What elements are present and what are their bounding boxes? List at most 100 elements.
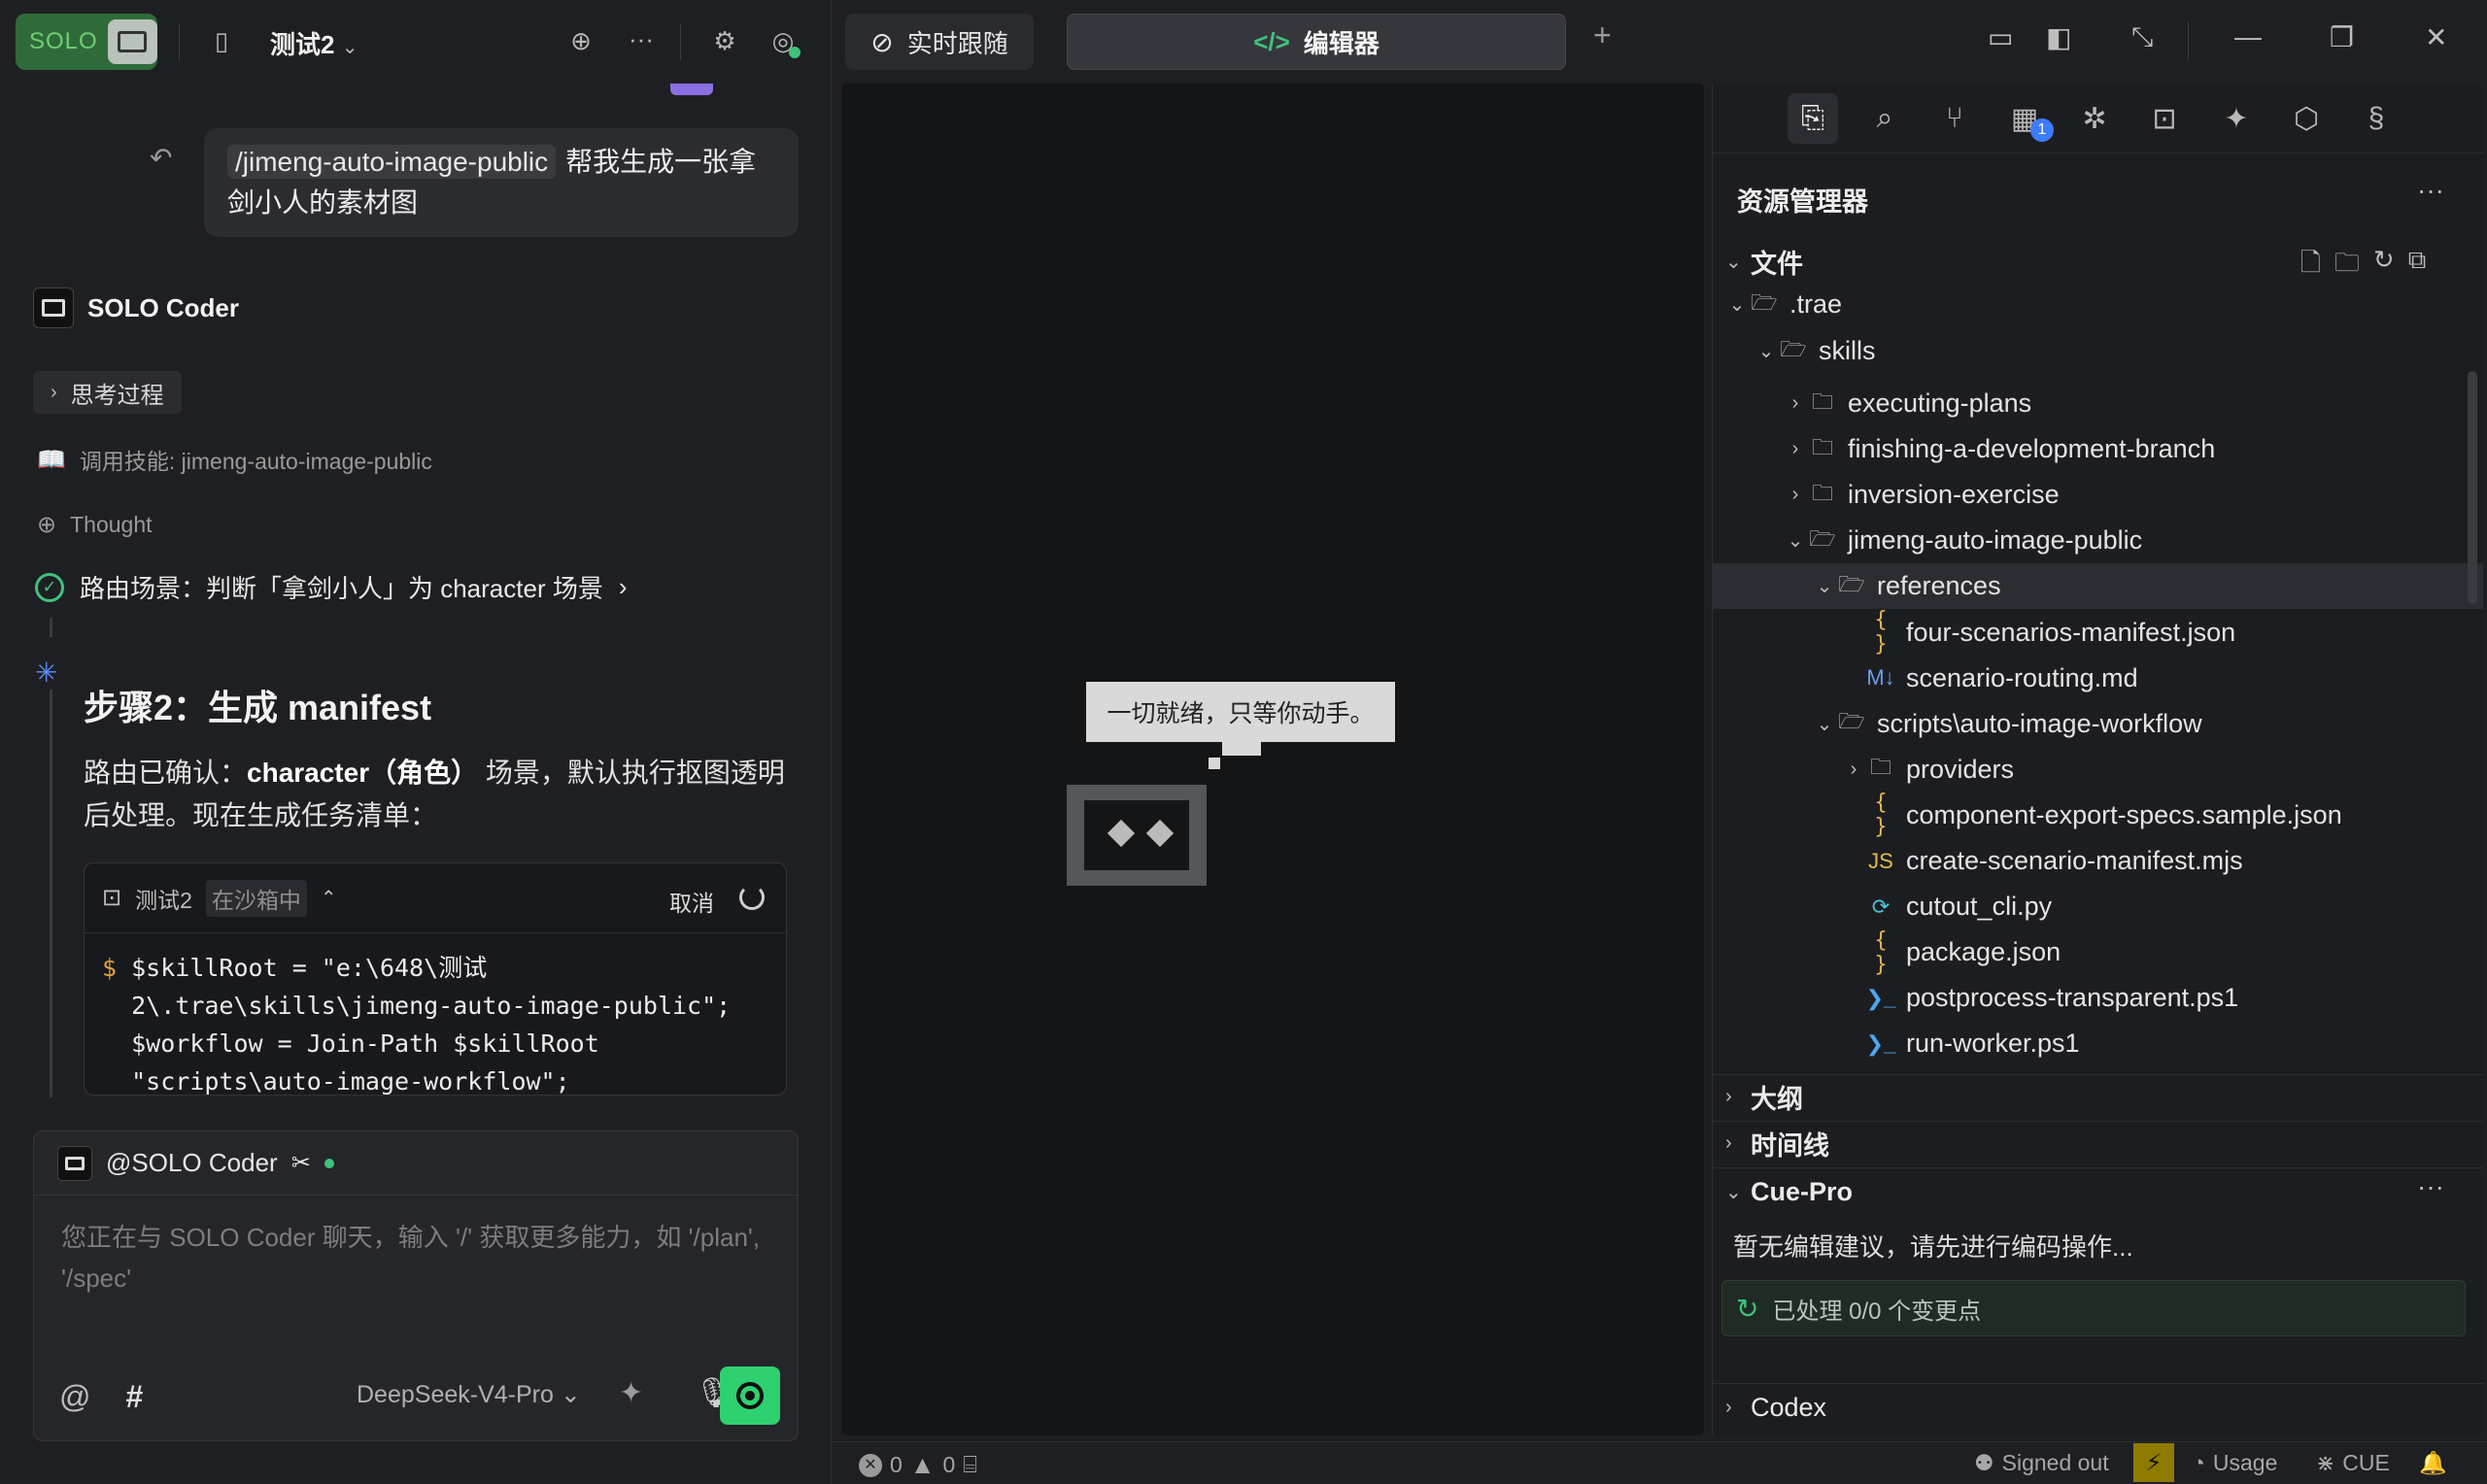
sparkle-icon[interactable]: ✦ [619, 1376, 643, 1410]
tab-live-follow-label: 实时跟随 [906, 28, 1008, 58]
terminal-name: 测试2 [135, 887, 192, 913]
route-text: 路由场景：判断「拿剑小人」为 character 场景 [80, 574, 603, 603]
tree-item-label: run-worker.ps1 [1906, 1029, 2080, 1059]
terminal-header: ⊡ 测试2 在沙箱中 ⌃ 取消 [85, 863, 786, 933]
layout-right-icon[interactable]: ◧ [2046, 21, 2071, 53]
new-chat-icon[interactable]: ⊕ [562, 21, 600, 60]
chevron-right-icon: › [1725, 1397, 1732, 1418]
chat-input[interactable]: 您正在与 SOLO Coder 聊天，输入 '/' 获取更多能力，如 '/pla… [61, 1217, 780, 1298]
markdown-file-icon: M↓ [1866, 665, 1895, 691]
hash-button[interactable]: # [125, 1379, 143, 1415]
mention-button[interactable]: @ [59, 1379, 90, 1415]
tree-item[interactable]: ⌄ 🗁 skills [1712, 328, 2483, 374]
json-file-icon: { } [1874, 791, 1888, 840]
s-icon[interactable]: § [2351, 93, 2402, 144]
section-timeline[interactable]: › 时间线 [1725, 1125, 1829, 1163]
tree-item[interactable]: { } component-export-specs.sample.json [1712, 791, 2483, 840]
tree-item[interactable]: JS create-scenario-manifest.mjs [1712, 838, 2483, 884]
cue-status[interactable]: ⋇ CUE [2316, 1450, 2390, 1476]
section-codex[interactable]: › Codex [1725, 1393, 1826, 1423]
skill-call-text: 调用技能: jimeng-auto-image-public [79, 449, 432, 474]
add-tab-button[interactable]: + [1593, 17, 1612, 53]
tree-item-label: .trae [1789, 289, 1843, 319]
solo-mode-toggle[interactable]: SOLO [16, 14, 157, 70]
chevron-right-icon: › [1725, 1132, 1732, 1154]
tree-item-label: create-scenario-manifest.mjs [1906, 846, 2243, 875]
layout-bottom-icon[interactable]: ▭ [1988, 21, 2013, 53]
think-process-toggle[interactable]: › 思考过程 [33, 371, 182, 414]
more-icon[interactable]: ··· [622, 19, 661, 58]
cue-status-icon: ↻ [1736, 1293, 1759, 1324]
package-icon[interactable]: ⬡ [2281, 93, 2332, 144]
thought-label: Thought [70, 512, 153, 537]
thought-row[interactable]: ⊕ Thought [37, 511, 153, 539]
close-icon[interactable]: ✕ [2425, 21, 2447, 53]
collapse-icon[interactable]: ⌃ [321, 886, 337, 910]
source-control-icon[interactable]: ⑂ [1929, 93, 1980, 144]
restore-icon[interactable]: ❐ [2330, 21, 2354, 53]
debug-icon[interactable]: ✲ [2069, 93, 2120, 144]
tree-item[interactable]: { } package.json [1712, 928, 2483, 977]
copilot-disabled-icon[interactable]: ⚡ [2133, 1443, 2174, 1482]
section-cue-pro[interactable]: ⌄ Cue-Pro [1725, 1177, 1853, 1207]
agent-mention[interactable]: @SOLO Coder [106, 1148, 278, 1178]
cancel-button[interactable]: 取消 [669, 885, 714, 918]
tools-icon[interactable]: ✂ [291, 1149, 311, 1177]
undo-icon[interactable]: ↶ [150, 142, 172, 174]
tab-live-follow[interactable]: ⊘ 实时跟随 [845, 14, 1034, 70]
gear-icon[interactable]: ⚙ [705, 21, 744, 60]
cue-more-button[interactable]: ··· [2417, 1171, 2444, 1202]
session-title[interactable]: 测试2 ⌄ [270, 25, 358, 61]
tree-item[interactable]: ⟳ cutout_cli.py [1712, 884, 2483, 929]
tree-item[interactable]: ❯_ postprocess-transparent.ps1 [1712, 975, 2483, 1021]
tree-item[interactable]: › 🗀 providers [1712, 747, 2483, 793]
skill-call-row[interactable]: 📖 调用技能: jimeng-auto-image-public [37, 443, 432, 476]
tree-scrollbar[interactable] [2468, 371, 2477, 604]
warning-icon: ▲ [909, 1450, 936, 1479]
minimize-icon[interactable]: — [2234, 21, 2262, 52]
tree-item[interactable]: M↓ scenario-routing.md [1712, 656, 2483, 701]
tab-editor[interactable]: </> 编辑器 [1067, 14, 1566, 70]
cue-message: 暂无编辑建议，请先进行编码操作... [1733, 1232, 2133, 1262]
tree-item[interactable]: ❯_ run-worker.ps1 [1712, 1021, 2483, 1066]
tree-item-label: finishing-a-development-branch [1848, 434, 2216, 464]
chevron-down-icon: ⌄ [560, 1381, 581, 1408]
tree-item[interactable]: ⌄ 🗁 jimeng-auto-image-public [1712, 518, 2483, 563]
signed-out-status[interactable]: ⚉ Signed out [1974, 1450, 2109, 1476]
tree-item[interactable]: ⌄ 🗁 references [1712, 563, 2483, 610]
tree-item[interactable]: ⌄ 🗁 .trae [1712, 282, 2483, 327]
tree-item-label: scripts\auto-image-workflow [1877, 708, 2202, 738]
remote-icon[interactable]: ⊡ [2139, 93, 2190, 144]
explorer-more-button[interactable]: ··· [2417, 175, 2444, 206]
ai-spark-icon[interactable]: ✦ [2211, 93, 2262, 144]
tree-item[interactable]: { } four-scenarios-manifest.json [1712, 608, 2483, 657]
tree-item[interactable]: ⌄ 🗁 scripts\auto-image-workflow [1712, 701, 2483, 747]
compass-icon: ⊘ [870, 26, 894, 57]
tree-item-label: postprocess-transparent.ps1 [1906, 983, 2239, 1013]
composer-toolbar: @ # DeepSeek-V4-Pro ⌄ ✦ 🎙 [59, 1366, 780, 1427]
collapse-panel-icon[interactable]: ⤡ [2131, 21, 2153, 53]
cue-status-box: ↻ 已处理 0/0 个变更点 [1721, 1280, 2466, 1336]
section-files[interactable]: ⌄ 文件 [1725, 243, 1803, 281]
notifications-icon[interactable]: 🔔 [2419, 1450, 2447, 1476]
files-icon[interactable]: ⎘ [1788, 93, 1838, 144]
powershell-file-icon: ❯_ [1865, 1030, 1896, 1056]
skill-chip[interactable]: /jimeng-auto-image-public [227, 145, 557, 179]
problems-indicator[interactable]: ✕ 0 ▲ 0 ⌸ [859, 1450, 977, 1480]
model-select[interactable]: DeepSeek-V4-Pro ⌄ [357, 1380, 581, 1409]
section-outline[interactable]: › 大纲 [1725, 1078, 1803, 1116]
tree-item[interactable]: › 🗀 executing-plans [1712, 381, 2483, 426]
avatar-fragment [670, 84, 713, 95]
chevron-right-icon: › [1791, 484, 1799, 506]
usage-status[interactable]: ◔ Usage [2192, 1450, 2277, 1476]
toggle-sidebar-icon[interactable]: ▯ [202, 21, 241, 60]
search-icon[interactable]: ⌕ [1859, 93, 1910, 144]
chat-composer: @SOLO Coder ✂ 您正在与 SOLO Coder 聊天，输入 '/' … [33, 1130, 799, 1441]
tree-item[interactable]: › 🗀 inversion-exercise [1712, 472, 2483, 518]
tree-item[interactable]: › 🗀 finishing-a-development-branch [1712, 426, 2483, 472]
send-button[interactable] [720, 1366, 780, 1425]
chevron-right-icon: › [1791, 438, 1799, 460]
tree-item-label: scenario-routing.md [1906, 662, 2138, 692]
solo-robot-icon [107, 19, 157, 64]
route-step[interactable]: ✓ 路由场景：判断「拿剑小人」为 character 场景 › [35, 569, 628, 605]
